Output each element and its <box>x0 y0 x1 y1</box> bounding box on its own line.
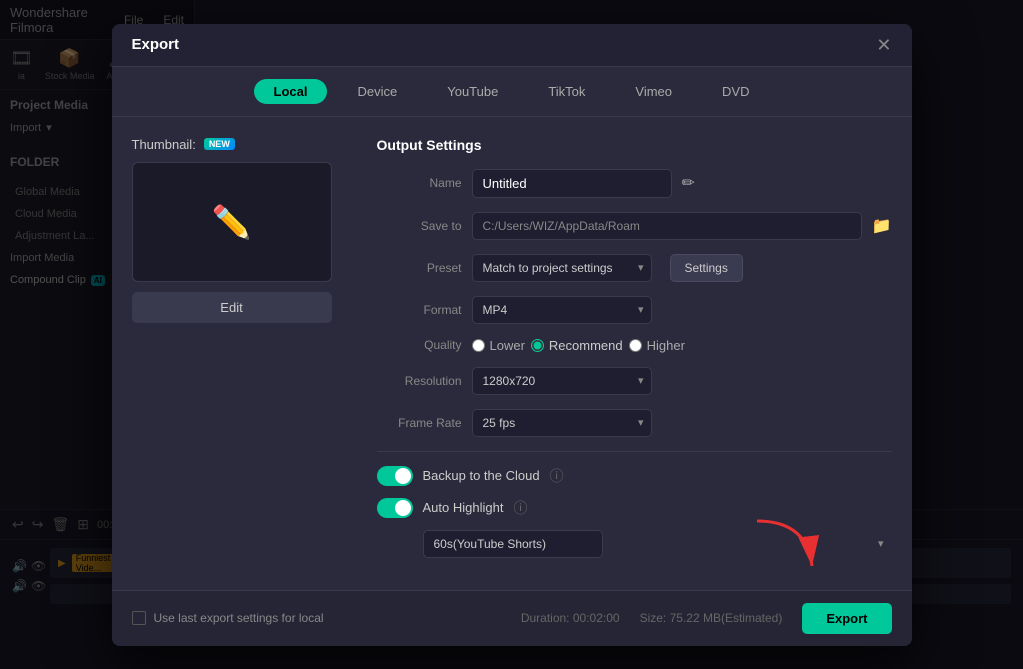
auto-highlight-row: Auto Highlight ⓘ <box>377 498 892 518</box>
quality-higher-radio[interactable] <box>629 339 642 352</box>
tab-tiktok[interactable]: TikTok <box>528 79 605 104</box>
new-badge: NEW <box>204 138 235 150</box>
quality-lower-option[interactable]: Lower <box>472 338 525 353</box>
modal-tabs: Local Device YouTube TikTok Vimeo DVD <box>112 67 912 117</box>
frame-rate-row: Frame Rate 25 fps <box>377 409 892 437</box>
resolution-select[interactable]: 1280x720 <box>472 367 652 395</box>
quality-higher-label: Higher <box>647 338 685 353</box>
settings-btn[interactable]: Settings <box>670 254 743 282</box>
thumbnail-text: Thumbnail: <box>132 137 196 152</box>
save-to-label: Save to <box>377 219 462 233</box>
auto-highlight-select-wrapper: 60s(YouTube Shorts) <box>423 530 892 558</box>
last-settings-checkbox[interactable] <box>132 611 146 625</box>
duration-value: 00:02:00 <box>573 611 620 625</box>
tab-local[interactable]: Local <box>254 79 328 104</box>
edit-thumbnail-btn[interactable]: Edit <box>132 292 332 323</box>
auto-highlight-dropdown-row: 60s(YouTube Shorts) <box>423 530 892 558</box>
frame-rate-label: Frame Rate <box>377 416 462 430</box>
output-settings-title: Output Settings <box>377 137 892 153</box>
modal-header: Export ✕ <box>112 24 912 67</box>
duration-label: Duration: <box>521 611 570 625</box>
quality-row: Quality Lower Recommend Higher <box>377 338 892 353</box>
modal-title: Export <box>132 36 180 53</box>
tab-device[interactable]: Device <box>337 79 417 104</box>
quality-recommend-option[interactable]: Recommend <box>531 338 623 353</box>
save-to-row: Save to C:/Users/WIZ/AppData/Roam 📁 <box>377 212 892 240</box>
folder-browse-btn[interactable]: 📁 <box>872 216 892 236</box>
preset-row: Preset Match to project settings Setting… <box>377 254 892 282</box>
auto-highlight-select[interactable]: 60s(YouTube Shorts) <box>423 530 603 558</box>
tab-vimeo[interactable]: Vimeo <box>615 79 692 104</box>
export-modal: Export ✕ Local Device YouTube TikTok Vim… <box>112 24 912 646</box>
frame-rate-select-wrapper: 25 fps <box>472 409 652 437</box>
pencil-icon: ✏️ <box>212 203 252 241</box>
divider <box>377 451 892 452</box>
quality-label: Quality <box>377 338 462 352</box>
auto-highlight-info-icon[interactable]: ⓘ <box>513 498 527 518</box>
resolution-row: Resolution 1280x720 <box>377 367 892 395</box>
name-label: Name <box>377 176 462 190</box>
modal-body: Thumbnail: NEW ✏️ Edit Output Settings N… <box>112 117 912 590</box>
format-select[interactable]: MP4 <box>472 296 652 324</box>
modal-close-btn[interactable]: ✕ <box>876 36 891 54</box>
settings-panel: Output Settings Name ✏ Save to C:/Users/… <box>352 137 892 570</box>
preset-label: Preset <box>377 261 462 275</box>
resolution-label: Resolution <box>377 374 462 388</box>
backup-cloud-toggle[interactable] <box>377 466 413 486</box>
auto-highlight-label: Auto Highlight <box>423 500 504 515</box>
preset-select-wrapper: Match to project settings <box>472 254 652 282</box>
ai-btn[interactable]: ✏ <box>682 173 695 193</box>
auto-highlight-toggle[interactable] <box>377 498 413 518</box>
size-info: Size: 75.22 MB(Estimated) <box>640 611 783 625</box>
format-label: Format <box>377 303 462 317</box>
thumbnail-panel: Thumbnail: NEW ✏️ Edit <box>132 137 352 570</box>
size-value: 75.22 MB(Estimated) <box>670 611 783 625</box>
modal-overlay: Export ✕ Local Device YouTube TikTok Vim… <box>0 0 1023 669</box>
quality-lower-label: Lower <box>490 338 525 353</box>
name-row: Name ✏ <box>377 169 892 198</box>
tab-dvd[interactable]: DVD <box>702 79 769 104</box>
resolution-select-wrapper: 1280x720 <box>472 367 652 395</box>
duration-info: Duration: 00:02:00 <box>521 611 620 625</box>
export-button[interactable]: Export <box>802 603 891 634</box>
quality-recommend-radio[interactable] <box>531 339 544 352</box>
quality-recommend-label: Recommend <box>549 338 623 353</box>
format-row: Format MP4 <box>377 296 892 324</box>
size-label: Size: <box>640 611 667 625</box>
format-select-wrapper: MP4 <box>472 296 652 324</box>
quality-options: Lower Recommend Higher <box>472 338 685 353</box>
thumbnail-preview[interactable]: ✏️ <box>132 162 332 282</box>
modal-footer: Use last export settings for local Durat… <box>112 590 912 646</box>
quality-lower-radio[interactable] <box>472 339 485 352</box>
name-input[interactable] <box>472 169 672 198</box>
tab-youtube[interactable]: YouTube <box>427 79 518 104</box>
footer-right: Duration: 00:02:00 Size: 75.22 MB(Estima… <box>521 603 892 634</box>
preset-select[interactable]: Match to project settings <box>472 254 652 282</box>
backup-cloud-info-icon[interactable]: ⓘ <box>550 466 564 486</box>
last-settings-label: Use last export settings for local <box>154 611 324 625</box>
backup-cloud-label: Backup to the Cloud <box>423 468 540 483</box>
backup-cloud-row: Backup to the Cloud ⓘ <box>377 466 892 486</box>
frame-rate-select[interactable]: 25 fps <box>472 409 652 437</box>
quality-higher-option[interactable]: Higher <box>629 338 685 353</box>
footer-left: Use last export settings for local <box>132 611 324 625</box>
thumbnail-label-row: Thumbnail: NEW <box>132 137 352 152</box>
save-path: C:/Users/WIZ/AppData/Roam <box>472 212 862 240</box>
